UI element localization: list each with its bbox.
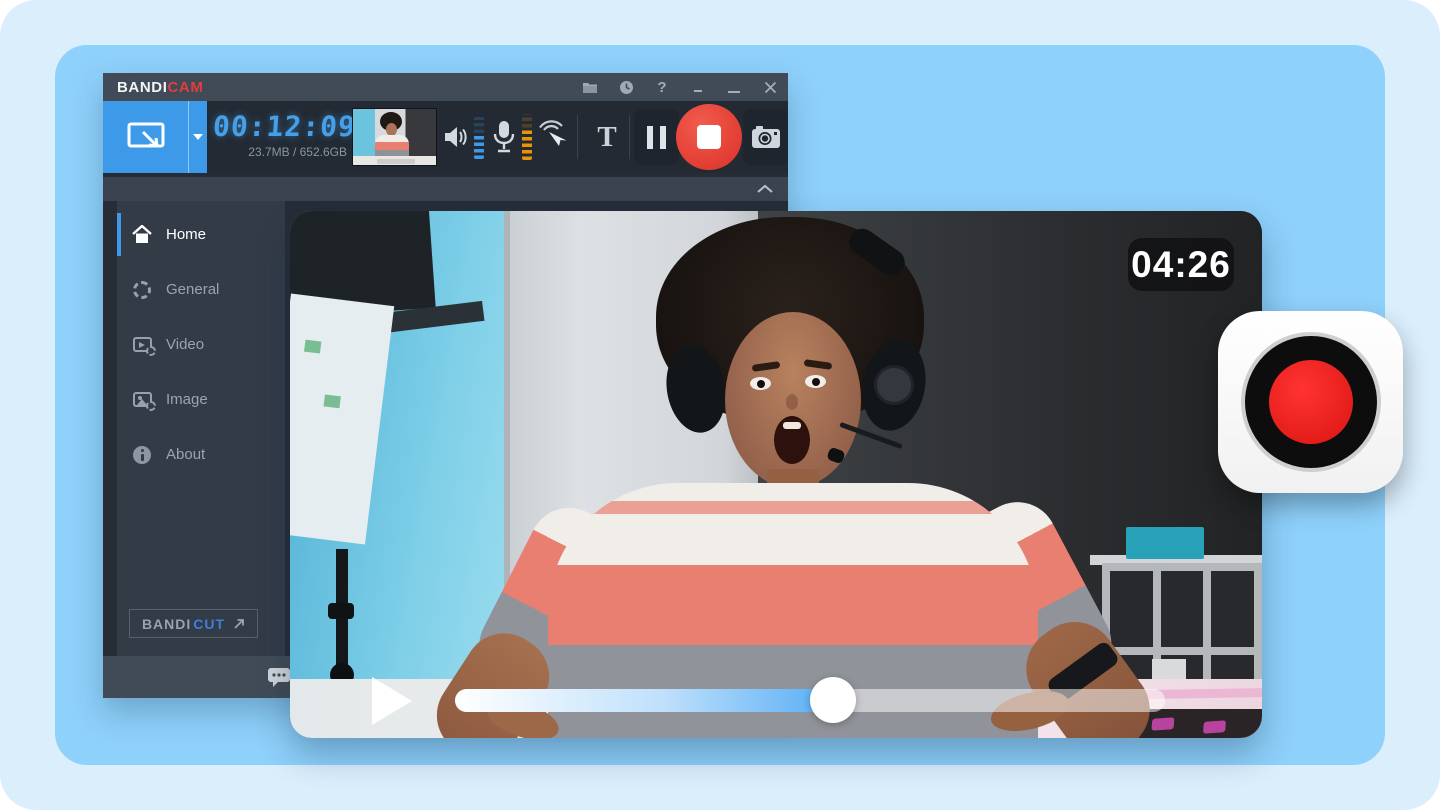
record-dot-icon bbox=[1268, 360, 1353, 444]
sidebar-item-video[interactable]: Video bbox=[117, 317, 285, 372]
speaker-button[interactable] bbox=[441, 122, 471, 152]
speaker-icon bbox=[445, 127, 467, 147]
progress-fill bbox=[455, 689, 833, 712]
chat-icon[interactable] bbox=[267, 667, 291, 687]
video-frame: 04:26 bbox=[290, 211, 1262, 738]
scene-shelf-cube bbox=[1160, 571, 1204, 647]
chevron-down-icon bbox=[193, 134, 203, 140]
camera-icon bbox=[751, 126, 780, 148]
progress-handle[interactable] bbox=[810, 677, 856, 723]
sidebar-item-about[interactable]: About bbox=[117, 427, 285, 482]
stop-icon bbox=[697, 125, 721, 149]
sidebar-item-label: Home bbox=[166, 226, 207, 243]
sidebar-item-home[interactable]: Home bbox=[117, 207, 285, 262]
chevron-up-icon[interactable] bbox=[756, 184, 774, 194]
mic-button[interactable] bbox=[489, 119, 519, 155]
mic-meter-dim bbox=[522, 114, 532, 128]
webcam-preview[interactable] bbox=[352, 108, 437, 166]
bandicam-app-icon[interactable] bbox=[1218, 311, 1403, 493]
scene-sticky-note bbox=[323, 394, 341, 409]
pause-icon bbox=[647, 125, 666, 149]
toolbar-divider bbox=[629, 115, 630, 159]
scene-rgb-key bbox=[1151, 717, 1175, 731]
bandicut-brand-right: CUT bbox=[193, 615, 226, 632]
folder-icon[interactable] bbox=[572, 73, 608, 101]
stop-record-button[interactable] bbox=[676, 104, 742, 170]
titlebar: BANDICAM ? bbox=[103, 73, 788, 101]
mic-icon bbox=[493, 121, 515, 153]
record-ring-icon bbox=[1240, 332, 1381, 472]
brand-bandi: BANDI bbox=[117, 78, 168, 96]
gear-icon bbox=[131, 280, 153, 299]
duration-text: 04:26 bbox=[1131, 243, 1231, 285]
sidebar-item-image[interactable]: Image bbox=[117, 372, 285, 427]
storage-usage: 23.7MB / 652.6GB bbox=[248, 145, 347, 159]
page-background: BANDICAM ? 00:12:09 23.7MB / 652.6GB T H… bbox=[0, 0, 1440, 810]
sidebar-item-label: Image bbox=[166, 391, 208, 408]
scene-rgb-key bbox=[1203, 720, 1227, 734]
window-controls: ? bbox=[572, 73, 788, 101]
minimize-tray-icon[interactable] bbox=[680, 73, 716, 101]
brand-cam: CAM bbox=[167, 78, 204, 96]
app-logo: BANDICAM bbox=[117, 79, 203, 96]
close-icon[interactable] bbox=[752, 73, 788, 101]
person-eye bbox=[805, 375, 826, 388]
mic-level-meter bbox=[522, 114, 532, 160]
help-label: ? bbox=[657, 78, 667, 96]
play-button[interactable] bbox=[372, 677, 412, 725]
help-icon[interactable]: ? bbox=[644, 73, 680, 101]
mouse-click-icon bbox=[539, 120, 567, 146]
screen-area-button[interactable] bbox=[103, 101, 188, 173]
person-teeth bbox=[783, 422, 801, 429]
record-toolbar: 00:12:09 23.7MB / 652.6GB T bbox=[103, 101, 788, 173]
scene-pole-clamp bbox=[328, 603, 354, 619]
home-icon bbox=[131, 225, 153, 244]
collapse-header bbox=[103, 177, 788, 201]
minimize-tray-glyph bbox=[694, 90, 702, 92]
minimize-glyph bbox=[728, 91, 740, 93]
mouse-effect-button[interactable] bbox=[535, 118, 571, 156]
bandicut-link[interactable]: BANDI CUT bbox=[129, 609, 258, 638]
external-link-icon bbox=[234, 618, 244, 629]
screen-area-icon bbox=[127, 122, 164, 148]
scene-teal-box bbox=[1126, 527, 1204, 559]
about-icon bbox=[131, 445, 153, 464]
sidebar-item-label: General bbox=[166, 281, 220, 298]
speaker-level-meter bbox=[474, 117, 484, 159]
pause-button[interactable] bbox=[634, 109, 679, 165]
minimize-icon[interactable] bbox=[716, 73, 752, 101]
screenshot-button[interactable] bbox=[743, 109, 788, 165]
text-overlay-icon: T bbox=[597, 120, 617, 153]
toolbar-divider bbox=[577, 115, 578, 159]
person-eye bbox=[750, 377, 771, 390]
scene-shelf-cube bbox=[1110, 571, 1153, 647]
text-overlay-button[interactable]: T bbox=[586, 115, 628, 159]
duration-badge: 04:26 bbox=[1128, 238, 1234, 291]
sidebar-item-label: About bbox=[166, 446, 206, 463]
speaker-meter-dim bbox=[474, 117, 484, 134]
webcam-keyboard bbox=[377, 159, 415, 164]
person-nose bbox=[786, 394, 798, 410]
sidebar-item-label: Video bbox=[166, 336, 205, 353]
video-settings-icon bbox=[131, 337, 156, 356]
sidebar-item-general[interactable]: General bbox=[117, 262, 285, 317]
clock-icon[interactable] bbox=[608, 73, 644, 101]
scene-shelf-cube bbox=[1211, 571, 1254, 647]
webcam-person-shirt bbox=[375, 135, 409, 157]
screen-area-dropdown[interactable] bbox=[188, 101, 207, 173]
image-settings-icon bbox=[131, 392, 156, 411]
sidebar: Home General Video Image About BANDI CUT bbox=[117, 201, 285, 656]
scene-sticky-note bbox=[304, 339, 322, 354]
bandicut-brand-left: BANDI bbox=[141, 615, 192, 632]
recording-timer: 00:12:09 bbox=[211, 110, 358, 143]
